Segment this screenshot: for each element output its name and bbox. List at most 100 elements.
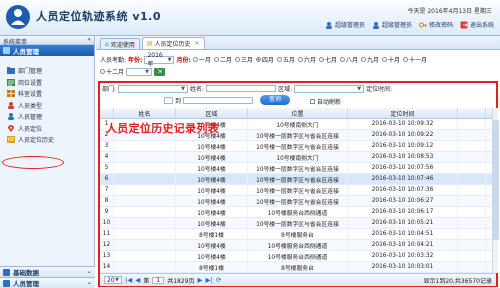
- refresh-icon[interactable]: ⟳: [216, 276, 221, 284]
- chevron-down-icon: ⌄: [86, 278, 92, 286]
- cell-time: 2016-03-10 10:07:56: [348, 163, 458, 173]
- close-icon[interactable]: ×: [195, 40, 200, 47]
- logo-icon: [6, 5, 30, 29]
- sidebar-item-location-history[interactable]: 人员定位历史: [0, 134, 94, 146]
- month-radio[interactable]: 三月: [234, 55, 253, 64]
- prev-page-icon[interactable]: ◀: [135, 276, 140, 284]
- cell-position: 10号楼南侧大门: [248, 152, 348, 162]
- admin-button[interactable]: 超级管理员: [323, 19, 367, 30]
- table-row[interactable]: 8 10号楼4楼 10号楼一层数字区与省会区连接 2016-03-10 10:06:2…: [100, 196, 496, 207]
- table-row[interactable]: 10 10号楼4楼 10号楼一层数字区与省会区连接 2016-03-10 10:05:…: [100, 218, 496, 229]
- home-icon: ⌂: [105, 40, 109, 48]
- month-radio[interactable]: 七月: [318, 55, 337, 64]
- cell-area: 10号楼4楼: [176, 152, 248, 162]
- table-row[interactable]: 3 10号楼4楼 10号楼一层数字区与省会区连接 2016-03-10 10:09:1…: [100, 141, 496, 152]
- logout-button[interactable]: 退出系统: [458, 19, 496, 30]
- menu-group-label: 人员管理: [13, 47, 39, 56]
- year-select[interactable]: 2016年 ▼: [144, 52, 175, 68]
- table-header: 姓名 区域 位置 定位时间: [100, 108, 496, 119]
- chevron-down-icon: ▼: [167, 56, 172, 63]
- person-type-icon: [8, 101, 14, 109]
- year-label: 年份:: [128, 57, 143, 64]
- cell-position: 10号楼一层数字区与省会区连接: [248, 163, 348, 173]
- table-row[interactable]: 12 10号楼4楼 10号楼服务台西侧通道 2016-03-10 10:04:21: [100, 240, 496, 251]
- sidebar-item-person-type[interactable]: 人员类型: [0, 100, 94, 112]
- cell-area: 10号楼4楼: [176, 174, 248, 184]
- scrollbar-thumb[interactable]: [493, 120, 499, 240]
- table-row[interactable]: 5 10号楼4楼 10号楼一层数字区与省会区连接 2016-03-10 10:07:5…: [100, 163, 496, 174]
- table-scrollbar[interactable]: [492, 108, 499, 273]
- table-row[interactable]: 6 10号楼4楼 10号楼一层数字区与省会区连接 2016-03-10 10:07:4…: [100, 174, 496, 185]
- time-start-input[interactable]: [164, 97, 173, 104]
- last-page-icon[interactable]: ▶|: [206, 276, 213, 284]
- month-radio-label: 二月: [219, 57, 232, 64]
- to-label: 到: [175, 98, 182, 105]
- month-radio[interactable]: 一月: [192, 55, 211, 64]
- cell-name: [114, 141, 176, 151]
- menu-group-person-management-2[interactable]: 人员管理 ⌄: [0, 277, 95, 288]
- extra-select[interactable]: ▼: [126, 67, 153, 76]
- export-icon[interactable]: ⇲: [154, 67, 166, 76]
- col-header-name[interactable]: 姓名: [114, 108, 176, 118]
- sidebar-item-label: 人员管理: [18, 114, 43, 122]
- month-radio[interactable]: 八月: [339, 55, 358, 64]
- col-header-time[interactable]: 定位时间: [348, 108, 458, 118]
- month-radio[interactable]: 十月: [381, 55, 400, 64]
- next-page-icon[interactable]: ▶: [198, 276, 203, 284]
- cell-position: 10号楼南侧大门: [248, 119, 348, 129]
- time-end-input[interactable]: [183, 97, 254, 104]
- month-radio[interactable]: 五月: [276, 55, 295, 64]
- month-radio-label: 一月: [198, 57, 211, 64]
- cell-index: 4: [100, 152, 114, 162]
- month-radio-label: 七月: [324, 57, 337, 64]
- sidebar-item-department[interactable]: 部门管理: [0, 65, 94, 77]
- app-title: 人员定位轨迹系统 v1.0: [36, 10, 161, 23]
- month-radio[interactable]: 四月: [255, 55, 274, 64]
- month-radio[interactable]: 二月: [213, 55, 232, 64]
- table-row[interactable]: 4 10号楼4楼 10号楼南侧大门 2016-03-10 10:08:53: [100, 152, 496, 163]
- table-row[interactable]: 11 8号楼1楼 8号楼服务台 2016-03-10 10:04:51: [100, 229, 496, 240]
- table-body: 1 10号楼4楼 10号楼南侧大门 2016-03-10 10:09:32 2 10号楼4…: [100, 119, 496, 273]
- month-radio[interactable]: 六月: [297, 55, 316, 64]
- cell-position: 8号楼服务台: [248, 229, 348, 239]
- menu-group-person-management[interactable]: 人员管理: [0, 45, 94, 56]
- page-number-input[interactable]: 1: [152, 276, 165, 284]
- sidebar-item-label: 人员定位历史: [18, 137, 55, 145]
- page-size-select[interactable]: 20 ▼: [104, 276, 122, 284]
- sidebar-item-location[interactable]: 人员定位: [0, 123, 94, 135]
- col-header-position[interactable]: 位置: [248, 108, 348, 118]
- sidebar-item-position[interactable]: 岗位设置: [0, 77, 94, 89]
- menu-group-label: 基础数据: [13, 269, 39, 277]
- cell-position: 10号楼一层数字区与省会区连接: [248, 196, 348, 206]
- auto-refresh-checkbox[interactable]: [310, 99, 315, 104]
- tab-welcome[interactable]: ⌂ 欢迎使用: [100, 38, 140, 49]
- first-page-icon[interactable]: |◀: [125, 276, 132, 284]
- change-password-button[interactable]: 修改密码: [417, 19, 455, 30]
- table-row[interactable]: 9 10号楼4楼 10号楼服务台西侧通道 2016-03-10 10:06:17: [100, 207, 496, 218]
- cell-time: 2016-03-10 10:04:21: [348, 240, 458, 250]
- sidebar-item-person[interactable]: 人员管理: [0, 111, 94, 123]
- collapse-icon[interactable]: «: [87, 36, 91, 43]
- user-icon: [372, 21, 379, 29]
- tab-location-history[interactable]: ▤ 人员定位历史 ×: [141, 37, 205, 49]
- table-row[interactable]: 14 8号楼1楼 8号楼服务台 2016-03-10 10:03:01: [100, 262, 496, 273]
- cell-name: [114, 152, 176, 162]
- cell-time: 2016-03-10 10:04:51: [348, 229, 458, 239]
- cell-time: 2016-03-10 10:09:22: [348, 130, 458, 140]
- month-radio[interactable]: 九月: [360, 55, 379, 64]
- name-input[interactable]: [206, 85, 277, 92]
- area-select[interactable]: ▼: [294, 84, 365, 93]
- col-header-area[interactable]: 区域: [176, 108, 248, 118]
- query-button[interactable]: 查询: [260, 95, 290, 105]
- month-radio[interactable]: 十二月: [100, 67, 124, 76]
- cell-area: 10号楼4楼: [176, 251, 248, 261]
- cell-index: 14: [100, 262, 114, 272]
- folder-icon: [7, 67, 15, 75]
- sidebar-item-office[interactable]: 科室设置: [0, 88, 94, 100]
- month-radio[interactable]: 十一月: [403, 55, 427, 64]
- table-row[interactable]: 7 10号楼4楼 10号楼一层数字区与省会区连接 2016-03-10 10:07:3…: [100, 185, 496, 196]
- dept-select[interactable]: ▼: [118, 84, 189, 93]
- menu-group-basic-data[interactable]: 基础数据 ⌄: [0, 266, 95, 277]
- admin-button-2[interactable]: 超级管理员: [370, 19, 414, 30]
- table-row[interactable]: 13 10号楼4楼 10号楼服务台西侧通道 2016-03-10 10:03:32: [100, 251, 496, 262]
